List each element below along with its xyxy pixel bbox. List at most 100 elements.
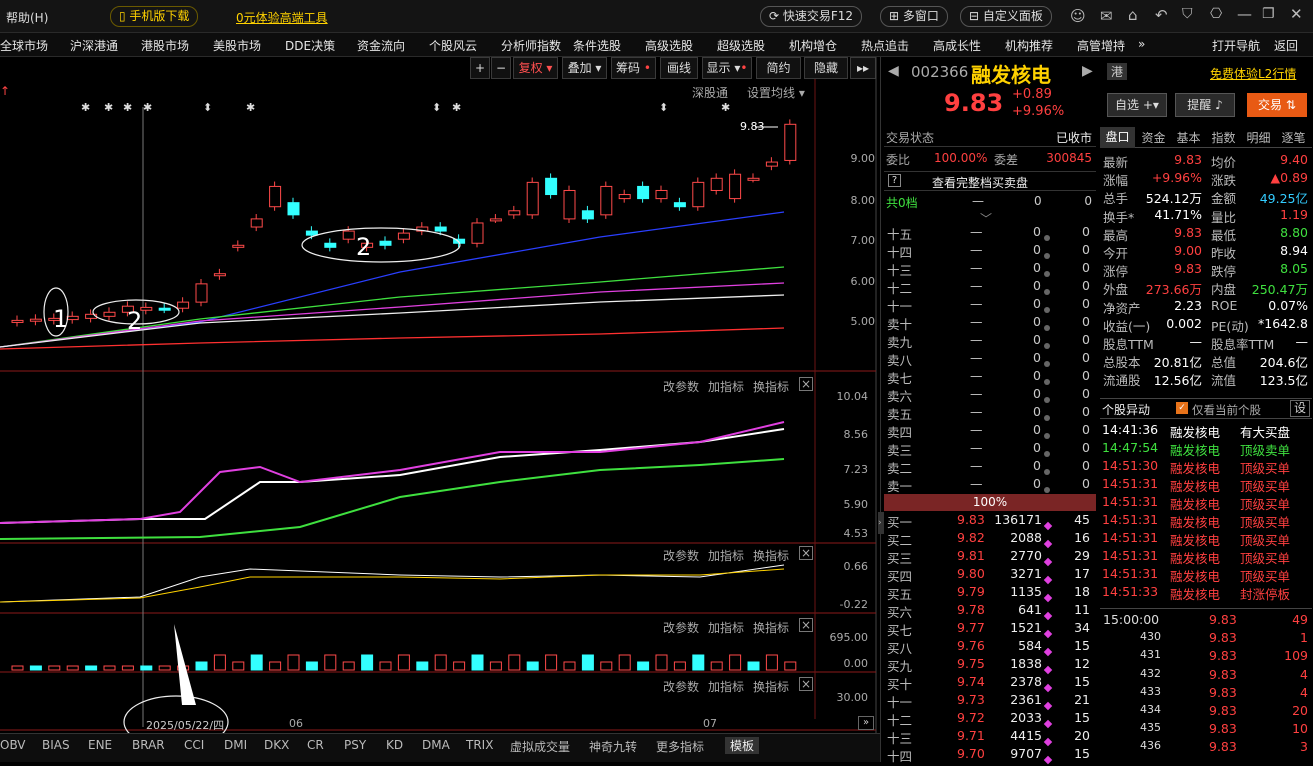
tab-index[interactable]: 指数 — [1206, 129, 1241, 146]
tab-virtual-volume[interactable]: 虚拟成交量 — [510, 738, 570, 755]
multi-window-button[interactable]: ⊞ 多窗口 — [880, 6, 948, 27]
add-indicator-button[interactable]: 加指标 — [708, 619, 744, 636]
l2-trial-link[interactable]: 免费体验L2行情 — [1210, 65, 1296, 82]
mobile-download-button[interactable]: ▯ 手机版下载 — [110, 6, 199, 27]
add-indicator-button[interactable]: 加指标 — [708, 678, 744, 695]
tab-dkx[interactable]: DKX — [264, 738, 289, 752]
close-icon[interactable]: ✕ — [1290, 5, 1303, 23]
tab-detail[interactable]: 明细 — [1241, 129, 1276, 146]
sell-level-row[interactable]: 十三 — 0 0 — [884, 260, 1094, 278]
menu-global[interactable]: 全球市场 — [0, 37, 48, 54]
open-nav-button[interactable]: 打开导航 — [1212, 37, 1260, 54]
tab-ene[interactable]: ENE — [88, 738, 112, 752]
anomaly-row[interactable]: 14:51:31 融发核电 顶级买单 — [1100, 512, 1312, 530]
buy-level-row[interactable]: 买十 9.74 2378 15 — [884, 674, 1094, 692]
menu-advanced[interactable]: 高级选股 — [645, 37, 693, 54]
tab-fund[interactable]: 资金 — [1136, 129, 1171, 146]
anomaly-row[interactable]: 14:47:54 融发核电 顶级卖单 — [1100, 440, 1312, 458]
add-indicator-button[interactable]: 加指标 — [708, 378, 744, 395]
custom-panel-button[interactable]: ⊟ 自定义面板 — [960, 6, 1052, 27]
sell-level-row[interactable]: 十一 — 0 0 — [884, 296, 1094, 314]
undo-icon[interactable]: ↶ — [1155, 6, 1168, 24]
menu-dde[interactable]: DDE决策 — [285, 37, 335, 54]
buy-level-row[interactable]: 买二 9.82 2088 16 — [884, 530, 1094, 548]
tab-psy[interactable]: PSY — [344, 738, 366, 752]
sell-level-row[interactable]: 卖二 — 0 0 — [884, 458, 1094, 476]
change-params-button[interactable]: 改参数 — [663, 678, 699, 695]
sell-level-row[interactable]: 十二 — 0 0 — [884, 278, 1094, 296]
switch-indicator-button[interactable]: 换指标 — [753, 547, 789, 564]
sell-level-row[interactable]: 卖三 — 0 0 — [884, 440, 1094, 458]
anomaly-row[interactable]: 14:51:31 融发核电 顶级买单 — [1100, 494, 1312, 512]
switch-indicator-button[interactable]: 换指标 — [753, 378, 789, 395]
menu-more[interactable]: » — [1138, 37, 1145, 51]
buy-level-row[interactable]: 买五 9.79 1135 18 — [884, 584, 1094, 602]
change-params-button[interactable]: 改参数 — [663, 619, 699, 636]
promo-link[interactable]: 0元体验高端工具 — [236, 9, 328, 26]
close-panel-icon[interactable]: × — [799, 618, 813, 632]
tab-magic-nine[interactable]: 神奇九转 — [589, 738, 637, 755]
restore-icon[interactable]: ❐ — [1262, 6, 1275, 22]
buy-level-row[interactable]: 十三 9.71 4415 20 — [884, 728, 1094, 746]
close-panel-icon[interactable]: × — [799, 677, 813, 691]
buy-level-row[interactable]: 买一 9.83 136171 45 — [884, 512, 1094, 530]
menu-inst-rec[interactable]: 机构推荐 — [1005, 37, 1053, 54]
tab-template[interactable]: 模板 — [725, 737, 760, 754]
tab-tick[interactable]: 逐笔 — [1276, 129, 1311, 146]
sell-level-row[interactable]: 卖四 — 0 0 — [884, 422, 1094, 440]
menu-exec-buy[interactable]: 高管增持 — [1077, 37, 1125, 54]
tab-pankou[interactable]: 盘口 — [1100, 127, 1135, 148]
menu-hsgt[interactable]: 沪深港通 — [70, 37, 118, 54]
close-panel-icon[interactable]: × — [799, 546, 813, 560]
sell-level-row[interactable]: 十五 — 0 0 — [884, 224, 1094, 242]
change-params-button[interactable]: 改参数 — [663, 378, 699, 395]
hk-badge[interactable]: 港 — [1107, 63, 1128, 80]
tab-dma[interactable]: DMA — [422, 738, 450, 752]
menu-hotspot[interactable]: 热点追击 — [861, 37, 909, 54]
switch-indicator-button[interactable]: 换指标 — [753, 678, 789, 695]
anomaly-row[interactable]: 14:51:31 融发核电 顶级买单 — [1100, 548, 1312, 566]
buy-level-row[interactable]: 十四 9.70 9707 15 — [884, 746, 1094, 764]
tab-brar[interactable]: BRAR — [132, 738, 165, 752]
buy-level-row[interactable]: 十一 9.73 2361 21 — [884, 692, 1094, 710]
tab-kd[interactable]: KD — [386, 738, 403, 752]
buy-level-row[interactable]: 买七 9.77 1521 34 — [884, 620, 1094, 638]
tab-cci[interactable]: CCI — [184, 738, 204, 752]
anomaly-row[interactable]: 14:41:36 融发核电 有大买盘 — [1100, 422, 1312, 440]
menu-us[interactable]: 美股市场 — [213, 37, 261, 54]
menu-hk[interactable]: 港股市场 — [141, 37, 189, 54]
trade-button[interactable]: 交易 ⇅ — [1247, 93, 1307, 117]
menu-analyst[interactable]: 分析师指数 — [501, 37, 561, 54]
sell-level-row[interactable]: 卖五 — 0 0 — [884, 404, 1094, 422]
back-button[interactable]: 返回 — [1274, 37, 1298, 54]
buy-level-row[interactable]: 买四 9.80 3271 17 — [884, 566, 1094, 584]
tab-obv[interactable]: OBV — [0, 738, 26, 752]
skin-icon[interactable]: ⎔ — [1210, 6, 1222, 22]
quick-trade-button[interactable]: ⟳ 快速交易F12 — [760, 6, 863, 27]
change-params-button[interactable]: 改参数 — [663, 547, 699, 564]
menu-growth[interactable]: 高成长性 — [933, 37, 981, 54]
mail-icon[interactable]: ✉ — [1100, 7, 1113, 25]
add-watchlist-button[interactable]: 自选 +▾ — [1107, 93, 1167, 117]
next-stock-icon[interactable]: ▶ — [1082, 63, 1093, 79]
sell-level-row[interactable]: 卖八 — 0 0 — [884, 350, 1094, 368]
sell-level-row[interactable]: 卖十 — 0 0 — [884, 314, 1094, 332]
menu-condition[interactable]: 条件选股 — [573, 37, 621, 54]
help-menu[interactable]: 帮助(H) — [6, 9, 48, 26]
anomaly-row[interactable]: 14:51:33 融发核电 封涨停板 — [1100, 584, 1312, 602]
buy-level-row[interactable]: 买六 9.78 641 11 — [884, 602, 1094, 620]
add-indicator-button[interactable]: 加指标 — [708, 547, 744, 564]
minimize-icon[interactable]: — — [1237, 5, 1252, 23]
alert-button[interactable]: 提醒 ♪ — [1175, 93, 1235, 117]
anomaly-row[interactable]: 14:51:31 融发核电 顶级买单 — [1100, 476, 1312, 494]
buy-level-row[interactable]: 买九 9.75 1838 12 — [884, 656, 1094, 674]
sell-level-row[interactable]: 卖九 — 0 0 — [884, 332, 1094, 350]
sell-level-row[interactable]: 十四 — 0 0 — [884, 242, 1094, 260]
user-icon[interactable]: ☺ — [1070, 7, 1086, 25]
prev-stock-icon[interactable]: ◀ — [888, 63, 899, 79]
home-icon[interactable]: ⌂ — [1128, 6, 1138, 24]
anomaly-row[interactable]: 14:51:30 融发核电 顶级买单 — [1100, 458, 1312, 476]
tab-trix[interactable]: TRIX — [466, 738, 493, 752]
menu-capital-flow[interactable]: 资金流向 — [357, 37, 405, 54]
scroll-right-icon[interactable]: » — [858, 716, 874, 730]
